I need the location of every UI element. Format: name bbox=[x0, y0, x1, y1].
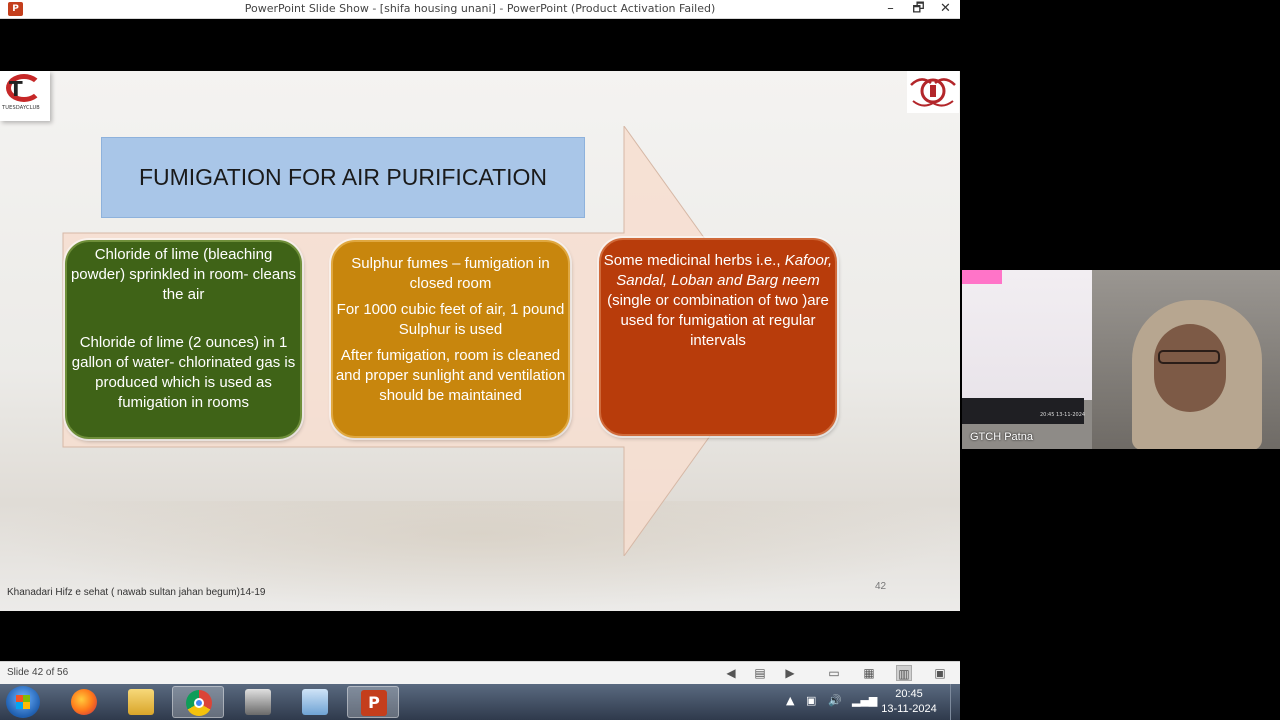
powerpoint-icon: P bbox=[361, 690, 387, 716]
participant-face bbox=[1154, 324, 1226, 412]
slide-sorter-icon[interactable]: ▦ bbox=[861, 665, 877, 681]
tray-expand-icon[interactable]: ▲ bbox=[786, 694, 794, 707]
slide-heading: FUMIGATION FOR AIR PURIFICATION bbox=[138, 164, 548, 190]
action-center-icon[interactable]: ▣ bbox=[806, 694, 816, 707]
screen-pink-strip bbox=[962, 270, 1002, 284]
normal-view-icon[interactable]: ▭ bbox=[826, 665, 842, 681]
slide-menu-icon[interactable]: ▤ bbox=[752, 665, 768, 681]
system-clock[interactable]: 20:45 13-11-2024 bbox=[874, 687, 944, 717]
reference-footer: Khanadari Hifz e sehat ( nawab sultan ja… bbox=[7, 587, 266, 598]
scanner-icon bbox=[245, 689, 271, 715]
clock-time: 20:45 bbox=[895, 688, 923, 700]
herbs-usage-text: (single or combination of two )are used … bbox=[607, 292, 829, 349]
card-paragraph: Chloride of lime (2 ounces) in 1 gallon … bbox=[71, 334, 296, 411]
heading-box: FUMIGATION FOR AIR PURIFICATION bbox=[101, 137, 585, 218]
slideshow-icon[interactable]: ▣ bbox=[932, 665, 948, 681]
card-paragraph: Some medicinal herbs i.e., Kafoor, Sanda… bbox=[601, 251, 835, 351]
participant-glasses bbox=[1158, 350, 1220, 364]
tc-letter-shape: T bbox=[9, 77, 23, 101]
slide-page-number: 42 bbox=[875, 581, 887, 592]
chloride-of-lime-card: Chloride of lime (bleaching powder) spri… bbox=[65, 240, 302, 439]
tuesday-club-logo: T TUESDAYCLUB bbox=[0, 71, 50, 121]
chrome-icon bbox=[186, 690, 212, 716]
restore-button[interactable]: 🗗 bbox=[905, 0, 932, 19]
windows-logo-icon bbox=[16, 695, 30, 709]
logo-caption: TUESDAYCLUB bbox=[2, 105, 40, 111]
slide-canvas[interactable]: T TUESDAYCLUB FUMIGATION FOR AIR PURIFIC… bbox=[0, 71, 960, 611]
reading-view-icon[interactable]: ▥ bbox=[896, 665, 912, 681]
participant-name: GTCH Patna bbox=[970, 431, 1033, 443]
laptop-clock-time: 20:45 bbox=[1040, 412, 1055, 418]
volume-icon[interactable]: 🔊 bbox=[828, 694, 842, 707]
card-paragraph: Sulphur fumes – fumigation in closed roo… bbox=[351, 255, 550, 292]
folder-icon bbox=[302, 689, 328, 715]
participant-video-tile[interactable]: 20:45 13-11-2024 GTCH Patna bbox=[962, 270, 1280, 449]
close-button[interactable]: ✕ bbox=[932, 0, 959, 19]
slideshow-statusbar: Slide 42 of 56 ◀ ▤ ▶ ▭ ▦ ▥ ▣ bbox=[0, 661, 960, 684]
firefox-icon bbox=[71, 689, 97, 715]
minimize-button[interactable]: – bbox=[877, 0, 904, 19]
taskbar-powerpoint[interactable]: P bbox=[347, 686, 399, 718]
herbs-intro-text: Some medicinal herbs i.e., bbox=[603, 252, 781, 269]
start-button[interactable] bbox=[6, 686, 40, 718]
windows-taskbar: P ▲ ▣ 🔊 ▂▄▆ 20:45 13-11-2024 bbox=[0, 684, 960, 720]
card-paragraph: Chloride of lime (bleaching powder) spri… bbox=[70, 246, 297, 303]
taskbar-folder[interactable] bbox=[289, 686, 341, 718]
taskbar-file-explorer[interactable] bbox=[115, 686, 167, 718]
window-titlebar: P PowerPoint Slide Show - [shifa housing… bbox=[0, 0, 960, 19]
card-paragraph: For 1000 cubic feet of air, 1 pound Sulp… bbox=[336, 301, 565, 338]
laptop-clock-date: 13-11-2024 bbox=[1056, 412, 1086, 418]
laptop-taskbar bbox=[962, 398, 1084, 424]
window-title: PowerPoint Slide Show - [shifa housing u… bbox=[244, 2, 716, 15]
institution-emblem-icon bbox=[907, 71, 959, 113]
taskbar-scanner[interactable] bbox=[232, 686, 284, 718]
taskbar-chrome[interactable] bbox=[172, 686, 224, 718]
laptop-clock: 20:45 13-11-2024 bbox=[1040, 412, 1085, 418]
next-icon[interactable]: ▶ bbox=[782, 665, 798, 681]
medicinal-herbs-card: Some medicinal herbs i.e., Kafoor, Sanda… bbox=[599, 238, 837, 436]
file-explorer-icon bbox=[128, 689, 154, 715]
sulphur-fumes-card: Sulphur fumes – fumigation in closed roo… bbox=[331, 240, 570, 438]
previous-icon[interactable]: ◀ bbox=[723, 665, 739, 681]
clock-date: 13-11-2024 bbox=[881, 703, 937, 715]
card-paragraph: After fumigation, room is cleaned and pr… bbox=[335, 347, 566, 404]
slide-counter: Slide 42 of 56 bbox=[7, 667, 69, 678]
show-desktop-button[interactable] bbox=[950, 684, 960, 720]
taskbar-firefox[interactable] bbox=[58, 686, 110, 718]
